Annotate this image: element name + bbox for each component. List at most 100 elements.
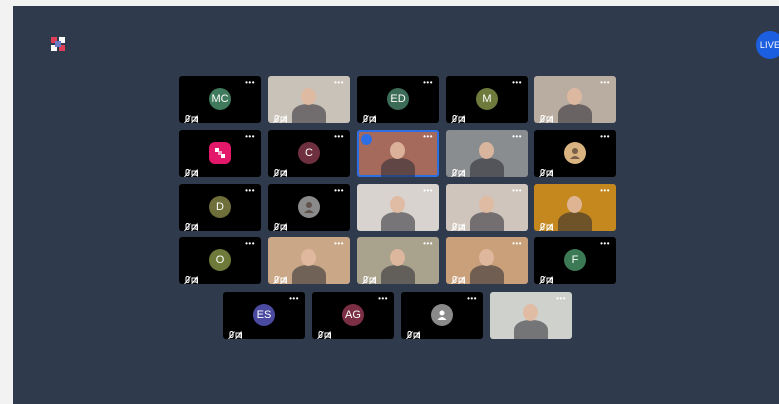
participant-video (470, 158, 504, 177)
muted-icon (184, 272, 198, 284)
muted-icon (273, 165, 287, 177)
muted-icon (273, 272, 287, 284)
participant-tile[interactable]: ••• (179, 130, 261, 177)
muted-icon (539, 111, 553, 123)
participant-tile[interactable]: ••• (446, 237, 528, 284)
participant-tile[interactable]: ••• (446, 130, 528, 177)
participant-tile[interactable]: C ••• (268, 130, 350, 177)
participant-video-face (301, 88, 316, 105)
more-options-icon[interactable]: ••• (423, 79, 433, 87)
more-options-icon[interactable]: ••• (334, 240, 344, 248)
participant-avatar: ED (387, 87, 409, 110)
more-options-icon[interactable]: ••• (245, 187, 255, 195)
participant-video-face (479, 196, 494, 213)
participant-tile[interactable]: MC ••• (179, 76, 261, 123)
meeting-stage: LIVE MC ••• ••• ED ••• M ••• ••• ••• C ••• ••• ••• ••… (13, 6, 779, 404)
participant-video-face (301, 249, 316, 266)
participant-video (470, 265, 504, 284)
participant-tile[interactable]: ••• (534, 76, 616, 123)
more-options-icon[interactable]: ••• (423, 133, 433, 141)
muted-icon (451, 165, 465, 177)
more-options-icon[interactable]: ••• (334, 187, 344, 195)
participant-tile[interactable]: ••• (446, 184, 528, 231)
participant-tile[interactable]: AG ••• (312, 292, 394, 339)
muted-icon (539, 272, 553, 284)
muted-icon (451, 219, 465, 231)
more-options-icon[interactable]: ••• (600, 133, 610, 141)
participant-video (381, 212, 415, 231)
more-options-icon[interactable]: ••• (423, 240, 433, 248)
participant-video (470, 212, 504, 231)
more-options-icon[interactable]: ••• (512, 187, 522, 195)
muted-icon (539, 219, 553, 231)
participant-video (558, 104, 592, 123)
participant-video (292, 265, 326, 284)
muted-icon (539, 165, 553, 177)
participant-tile[interactable]: ••• (268, 184, 350, 231)
participant-tile[interactable]: ED ••• (357, 76, 439, 123)
participant-video-face (390, 142, 405, 159)
participant-tile[interactable]: ••• (490, 292, 572, 339)
more-options-icon[interactable]: ••• (289, 295, 299, 303)
more-options-icon[interactable]: ••• (556, 295, 566, 303)
participant-tile[interactable]: ••• (534, 184, 616, 231)
participant-avatar: F (564, 248, 586, 271)
more-options-icon[interactable]: ••• (512, 133, 522, 141)
participant-video-face (523, 304, 538, 321)
participant-video-face (390, 196, 405, 213)
participant-tile[interactable]: O ••• (179, 237, 261, 284)
more-options-icon[interactable]: ••• (423, 187, 433, 195)
more-options-icon[interactable]: ••• (512, 240, 522, 248)
muted-icon (317, 327, 331, 339)
muted-icon (273, 111, 287, 123)
participant-video (514, 320, 548, 339)
participant-avatar: D (209, 195, 231, 218)
muted-icon (362, 272, 376, 284)
participant-tile[interactable]: ES ••• (223, 292, 305, 339)
app-icon (209, 141, 231, 164)
participant-video-face (567, 196, 582, 213)
more-options-icon[interactable]: ••• (334, 79, 344, 87)
more-options-icon[interactable]: ••• (334, 133, 344, 141)
participant-video (381, 265, 415, 284)
muted-icon (406, 327, 420, 339)
more-options-icon[interactable]: ••• (245, 79, 255, 87)
live-badge[interactable]: LIVE (756, 31, 779, 59)
muted-icon (273, 219, 287, 231)
participant-tile[interactable]: ••• (268, 237, 350, 284)
participant-video-face (479, 142, 494, 159)
participant-tile[interactable]: ••• (534, 130, 616, 177)
muted-icon (184, 111, 198, 123)
more-options-icon[interactable]: ••• (600, 240, 610, 248)
participant-tile[interactable]: ••• (268, 76, 350, 123)
participant-avatar: M (476, 87, 498, 110)
more-options-icon[interactable]: ••• (512, 79, 522, 87)
participant-avatar: ES (253, 303, 275, 326)
more-options-icon[interactable]: ••• (245, 240, 255, 248)
participant-video (292, 104, 326, 123)
participant-tile[interactable]: D ••• (179, 184, 261, 231)
participant-tile[interactable]: ••• (401, 292, 483, 339)
participant-tile[interactable]: ••• (357, 237, 439, 284)
participant-avatar: C (298, 141, 320, 164)
participant-avatar: AG (342, 303, 364, 326)
more-options-icon[interactable]: ••• (467, 295, 477, 303)
muted-icon (184, 219, 198, 231)
participant-video (381, 158, 415, 177)
more-options-icon[interactable]: ••• (600, 79, 610, 87)
participant-video-face (567, 88, 582, 105)
muted-icon (228, 327, 242, 339)
more-options-icon[interactable]: ••• (245, 133, 255, 141)
participant-avatar: O (209, 248, 231, 271)
participant-tile[interactable]: ••• (357, 184, 439, 231)
more-options-icon[interactable]: ••• (600, 187, 610, 195)
participant-tile[interactable]: M ••• (446, 76, 528, 123)
more-options-icon[interactable]: ••• (378, 295, 388, 303)
participant-avatar: MC (209, 87, 231, 110)
muted-icon (451, 111, 465, 123)
participant-photo (298, 195, 320, 218)
participant-tile[interactable]: F ••• (534, 237, 616, 284)
muted-icon (451, 272, 465, 284)
muted-icon (184, 165, 198, 177)
participant-tile[interactable]: ••• (357, 130, 439, 177)
